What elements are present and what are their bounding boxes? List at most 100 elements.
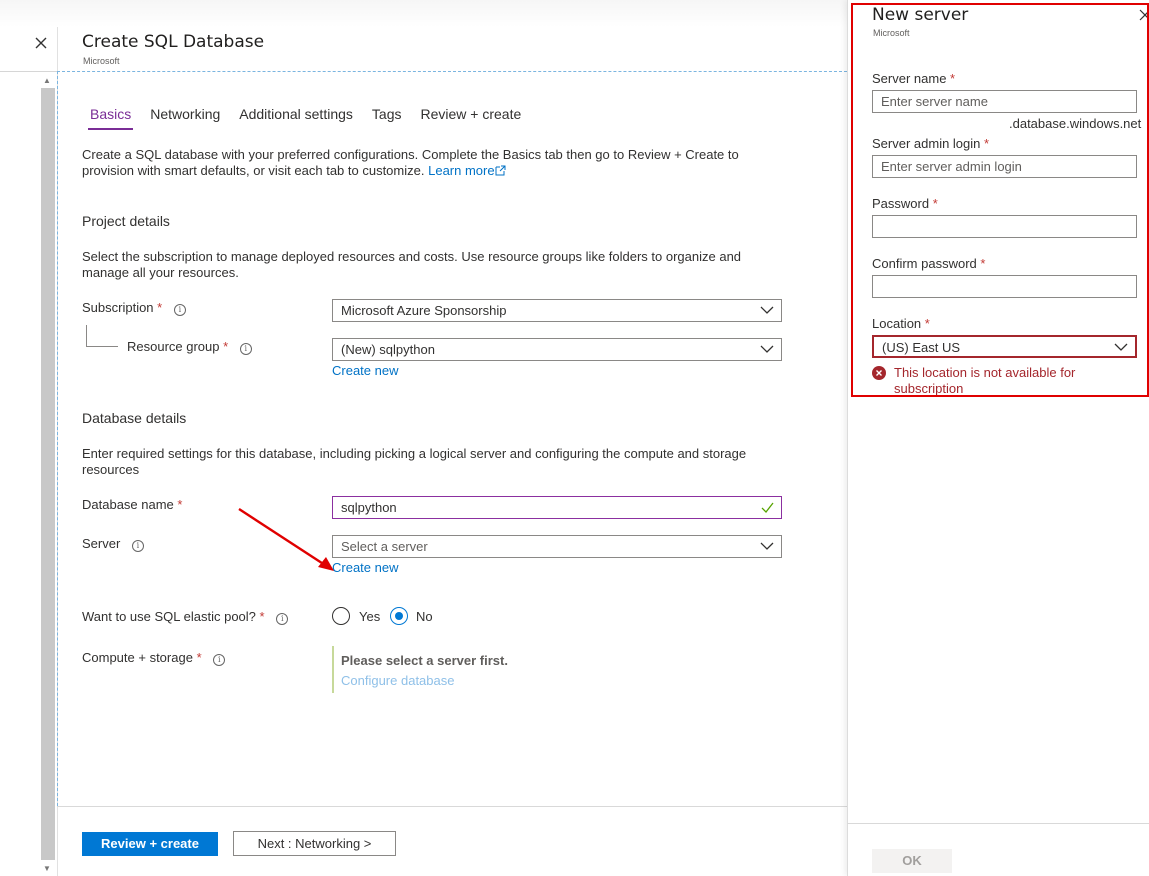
- close-icon[interactable]: [30, 32, 52, 54]
- elastic-pool-label: Want to use SQL elastic pool? * i: [82, 609, 289, 625]
- database-name-label-text: Database name: [82, 497, 174, 512]
- intro-text: Create a SQL database with your preferre…: [82, 147, 762, 179]
- admin-login-placeholder: Enter server admin login: [881, 159, 1022, 174]
- new-server-panel: [847, 0, 1149, 876]
- error-icon: [872, 366, 886, 380]
- required-marker: *: [984, 136, 990, 151]
- scrollbar[interactable]: [41, 88, 55, 860]
- subscription-label: Subscription * i: [82, 300, 186, 316]
- tab-additional-settings[interactable]: Additional settings: [237, 106, 355, 130]
- resource-group-value: (New) sqlpython: [341, 342, 435, 357]
- review-create-button[interactable]: Review + create: [82, 832, 218, 856]
- required-marker: *: [980, 256, 986, 271]
- chevron-down-icon: [760, 345, 774, 353]
- required-marker: *: [177, 497, 183, 512]
- intro-description: Create a SQL database with your preferre…: [82, 147, 739, 178]
- server-label: Server i: [82, 536, 144, 552]
- tab-basics[interactable]: Basics: [88, 106, 134, 130]
- red-arrow-annotation: [238, 507, 334, 571]
- learn-more-link[interactable]: Learn more: [428, 163, 494, 178]
- left-divider: [0, 71, 57, 72]
- database-name-value: sqlpython: [341, 500, 397, 515]
- subscription-select[interactable]: Microsoft Azure Sponsorship: [332, 299, 782, 322]
- server-domain-suffix: .database.windows.net: [1009, 116, 1142, 131]
- admin-login-input[interactable]: Enter server admin login: [872, 155, 1137, 178]
- page-subtitle: Microsoft: [83, 56, 120, 66]
- location-select[interactable]: (US) East US: [872, 335, 1137, 358]
- server-name-input[interactable]: Enter server name: [872, 90, 1137, 113]
- required-marker: *: [157, 300, 163, 315]
- tab-tags[interactable]: Tags: [370, 106, 404, 130]
- info-icon[interactable]: i: [213, 654, 226, 666]
- server-name-label-text: Server name: [872, 71, 947, 86]
- external-link-icon[interactable]: [495, 164, 506, 176]
- resource-group-select[interactable]: (New) sqlpython: [332, 338, 782, 361]
- required-marker: *: [950, 71, 956, 86]
- scroll-up-arrow-icon[interactable]: ▲: [40, 74, 54, 88]
- database-name-input[interactable]: sqlpython: [332, 496, 782, 519]
- database-name-label: Database name *: [82, 497, 182, 512]
- password-input[interactable]: [872, 215, 1137, 238]
- confirm-password-label: Confirm password *: [872, 256, 985, 271]
- server-name-placeholder: Enter server name: [881, 94, 988, 109]
- elastic-pool-yes-radio[interactable]: [332, 607, 350, 625]
- chevron-down-icon: [760, 306, 774, 314]
- scroll-down-arrow-icon[interactable]: ▼: [40, 862, 54, 876]
- required-marker: *: [196, 650, 202, 665]
- elastic-pool-label-text: Want to use SQL elastic pool?: [82, 609, 256, 624]
- ok-button[interactable]: OK: [872, 849, 952, 873]
- elastic-pool-no-label[interactable]: No: [416, 609, 433, 624]
- info-icon[interactable]: i: [173, 304, 186, 316]
- location-label: Location *: [872, 316, 930, 331]
- server-name-label: Server name *: [872, 71, 955, 86]
- info-icon[interactable]: i: [276, 613, 289, 625]
- database-details-description: Enter required settings for this databas…: [82, 446, 747, 477]
- compute-storage-label-text: Compute + storage: [82, 650, 193, 665]
- close-icon[interactable]: [1138, 7, 1149, 21]
- password-label-text: Password: [872, 196, 930, 211]
- panel-title: New server: [872, 5, 969, 25]
- resource-group-label-text: Resource group: [127, 339, 220, 354]
- database-details-heading: Database details: [82, 410, 187, 426]
- server-placeholder: Select a server: [341, 539, 428, 554]
- chevron-down-icon: [760, 542, 774, 550]
- required-marker: *: [223, 339, 229, 354]
- subscription-label-text: Subscription: [82, 300, 154, 315]
- compute-note: Please select a server first.: [341, 653, 508, 668]
- confirm-password-label-text: Confirm password: [872, 256, 977, 271]
- next-networking-button[interactable]: Next : Networking >: [233, 831, 396, 856]
- tree-connector: [86, 325, 87, 347]
- tab-bar: Basics Networking Additional settings Ta…: [88, 106, 538, 130]
- admin-login-label: Server admin login *: [872, 136, 989, 151]
- info-icon[interactable]: i: [239, 343, 252, 355]
- focus-outline-left: [57, 71, 58, 806]
- focus-outline-top: [57, 71, 847, 72]
- resource-group-label: Resource group * i: [127, 339, 252, 355]
- admin-login-label-text: Server admin login: [872, 136, 981, 151]
- tab-networking[interactable]: Networking: [148, 106, 222, 130]
- required-marker: *: [259, 609, 265, 624]
- panel-subtitle: Microsoft: [873, 28, 910, 38]
- confirm-password-input[interactable]: [872, 275, 1137, 298]
- create-new-resource-group-link[interactable]: Create new: [332, 363, 398, 378]
- location-label-text: Location: [872, 316, 922, 331]
- password-label: Password *: [872, 196, 938, 211]
- compute-note-bar: [332, 646, 334, 693]
- location-error-message: This location is not available for subsc…: [894, 365, 1076, 396]
- elastic-pool-yes-label[interactable]: Yes: [359, 609, 380, 624]
- info-icon[interactable]: i: [131, 540, 144, 552]
- project-details-heading: Project details: [82, 213, 170, 229]
- panel-footer-divider: [847, 823, 1149, 824]
- subscription-value: Microsoft Azure Sponsorship: [341, 303, 507, 318]
- required-marker: *: [932, 196, 938, 211]
- page-title: Create SQL Database: [82, 32, 265, 52]
- chevron-down-icon: [1114, 343, 1128, 351]
- tree-connector: [86, 346, 118, 347]
- project-details-description: Select the subscription to manage deploy…: [82, 249, 742, 280]
- elastic-pool-no-radio[interactable]: [390, 607, 408, 625]
- server-select[interactable]: Select a server: [332, 535, 782, 558]
- tab-review-create[interactable]: Review + create: [418, 106, 523, 130]
- check-icon: [761, 502, 774, 513]
- required-marker: *: [924, 316, 930, 331]
- compute-storage-label: Compute + storage * i: [82, 650, 226, 666]
